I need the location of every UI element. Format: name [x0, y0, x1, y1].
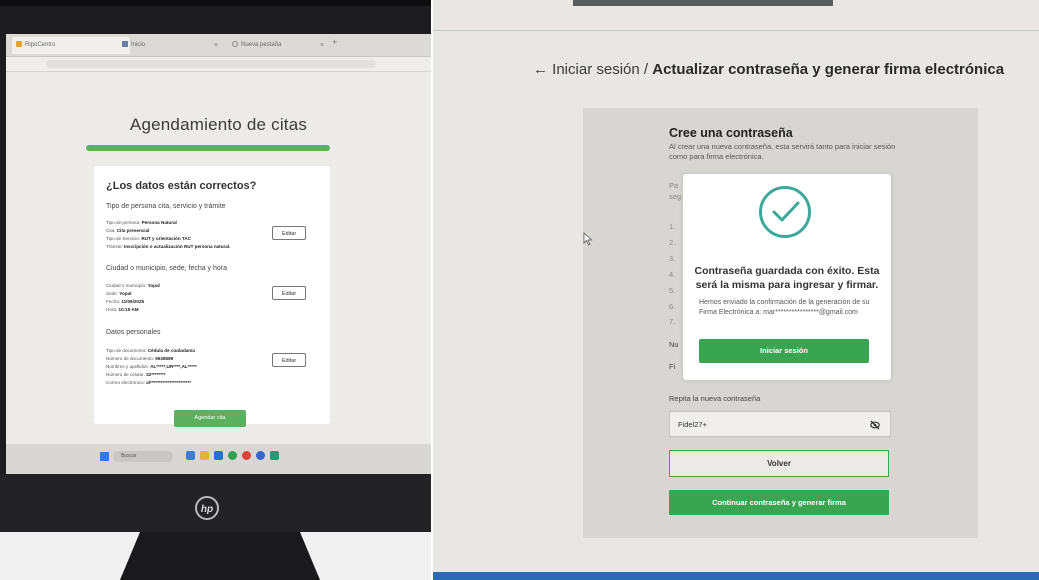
obscured-text: Fi: [669, 362, 676, 371]
detail-row: Cita: Cita presencial: [106, 228, 150, 233]
hp-logo: hp: [195, 496, 219, 520]
schedule-appointment-button[interactable]: Agendar cita: [174, 410, 246, 427]
page-title: Agendamiento de citas: [129, 115, 308, 134]
favicon-icon: [232, 41, 238, 48]
close-icon[interactable]: ×: [214, 37, 218, 54]
detail-row: Tipo de Servicio: RUT y orientación TAC: [106, 236, 192, 241]
taskbar-search[interactable]: Buscar: [113, 451, 173, 462]
monitor-screen: RipoCentro× Inicio × Nueva pestaña × + Age…: [6, 34, 431, 474]
modal-message: Hemos enviado la confirmación de la gene…: [699, 299, 870, 316]
photo-top-edge: [0, 0, 431, 6]
progress-bar: [86, 145, 330, 151]
new-tab-icon[interactable]: +: [332, 37, 337, 47]
monitor-stand: [120, 532, 320, 580]
header-divider: [433, 30, 1039, 31]
close-icon[interactable]: ×: [320, 37, 324, 54]
edit-button[interactable]: Editar: [272, 226, 306, 240]
detail-row: Sede: Yopal: [106, 291, 132, 296]
browser-tab[interactable]: Inicio ×: [118, 37, 222, 54]
left-photo: RipoCentro× Inicio × Nueva pestaña × + Age…: [0, 0, 431, 580]
breadcrumb-current: Actualizar contraseña y generar firma el…: [652, 61, 1005, 78]
detail-row: Número de documento: 9638589: [106, 356, 174, 361]
detail-row: Correo electrónico: al******************…: [106, 380, 192, 385]
browser-tab-strip: RipoCentro× Inicio × Nueva pestaña × +: [6, 34, 431, 57]
obscured-text: 6.: [669, 302, 676, 311]
tab-label: RipoCentro: [25, 42, 56, 48]
app-icon[interactable]: [270, 451, 279, 460]
tab-label: Inicio: [131, 42, 146, 48]
right-photo: ← Iniciar sesión / Actualizar contraseña…: [433, 0, 1039, 580]
browser-tab[interactable]: RipoCentro×: [12, 37, 130, 54]
card-title: ¿Los datos están correctos?: [106, 180, 257, 192]
detail-row: Ciudad o municipio: Yopal: [106, 283, 160, 288]
address-bar[interactable]: [6, 57, 431, 72]
edit-button[interactable]: Editar: [272, 353, 306, 367]
success-check-icon: [759, 186, 811, 238]
breadcrumb-login-link[interactable]: Iniciar sesión: [552, 61, 640, 78]
obscured-text: 2.: [669, 238, 676, 247]
form-title: Cree una contraseña: [669, 126, 793, 140]
mouse-cursor-icon: [583, 232, 593, 246]
obscured-text: 5.: [669, 286, 676, 295]
section-heading: Ciudad o municipio, sede, fecha y hora: [106, 265, 228, 272]
favicon-icon: [16, 41, 22, 48]
form-subtitle: Al crear una nueva contraseña, esta serv…: [669, 142, 896, 161]
browser-tab[interactable]: Nueva pestaña ×: [228, 37, 328, 54]
modal-title: Contraseña guardada con éxito. Esta será…: [694, 265, 880, 291]
obscured-text: 1.: [669, 222, 676, 231]
windows-start-icon[interactable]: [100, 452, 109, 461]
app-icon[interactable]: [186, 451, 195, 460]
detail-row: Fecha: 11/09/2025: [106, 299, 145, 304]
repeat-password-value: Fidel27+: [678, 420, 707, 429]
browser-icon[interactable]: [242, 451, 251, 460]
app-icon[interactable]: [256, 451, 265, 460]
tab-label: Nueva pestaña: [241, 42, 282, 48]
obscured-text: Pa: [669, 181, 679, 190]
url-field[interactable]: [46, 60, 376, 68]
success-modal: Contraseña guardada con éxito. Esta será…: [683, 174, 891, 380]
back-button[interactable]: Volver: [669, 450, 889, 477]
repeat-password-label: Repita la nueva contraseña: [669, 394, 761, 403]
detail-row: Nombres y apellidos: AL*****,UR****,AL**…: [106, 364, 197, 369]
taskbar: Buscar: [6, 444, 431, 474]
repeat-password-input[interactable]: Fidel27+: [669, 411, 891, 437]
obscured-text: Nu: [669, 340, 679, 349]
detail-row: Hora: 10:15 AM: [106, 307, 139, 312]
detail-row: Número de celular: 32********: [106, 372, 166, 377]
continue-button[interactable]: Continuar contraseña y generar firma: [669, 490, 889, 515]
back-arrow-icon[interactable]: ←: [533, 61, 548, 78]
detail-row: Trámite: Inscripción o actualización RUT…: [106, 244, 231, 249]
folder-icon[interactable]: [200, 451, 209, 460]
detail-row: Tipo de persona: Persona Natural: [106, 220, 177, 225]
detail-row: Tipo de documento: Cédula de ciudadanía: [106, 348, 195, 353]
obscured-text: 3.: [669, 254, 676, 263]
confirmation-card: ¿Los datos están correctos? Tipo de pers…: [94, 166, 330, 427]
obscured-text: seg: [669, 192, 682, 201]
breadcrumb-separator: /: [643, 61, 649, 78]
breadcrumb: ← Iniciar sesión / Actualizar contraseña…: [533, 61, 1004, 78]
obscured-text: 4.: [669, 270, 676, 279]
browser-icon[interactable]: [228, 451, 237, 460]
login-button[interactable]: Iniciar sesión: [699, 339, 869, 363]
favicon-icon: [122, 41, 128, 48]
section-heading: Datos personales: [106, 329, 161, 336]
app-icon[interactable]: [214, 451, 223, 460]
photo-top-edge: [573, 0, 833, 6]
desk: [0, 532, 431, 580]
screen-bottom-edge: [433, 572, 1039, 580]
section-heading: Tipo de persona cita, servicio y trámite: [106, 203, 226, 210]
obscured-text: 7.: [669, 317, 676, 326]
edit-button[interactable]: Editar: [272, 286, 306, 300]
eye-off-icon[interactable]: [870, 420, 880, 430]
